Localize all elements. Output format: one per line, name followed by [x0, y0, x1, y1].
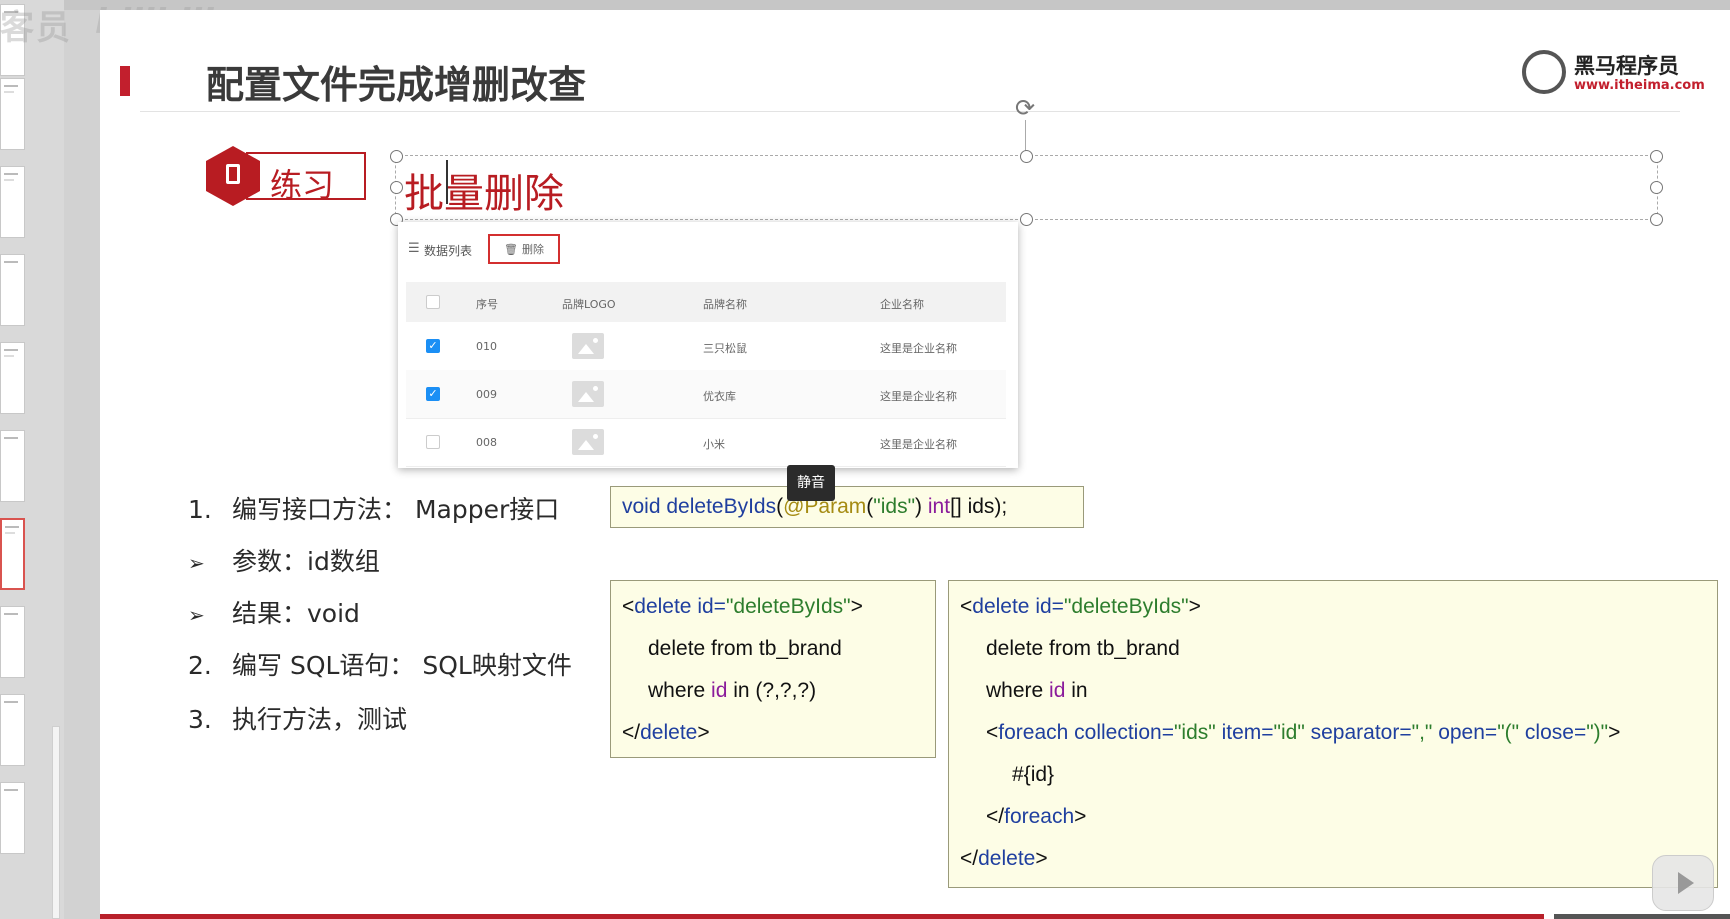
slide-thumbnail-current[interactable]	[0, 518, 25, 590]
title-accent-bar	[120, 66, 130, 96]
list-title: 数据列表	[424, 244, 473, 258]
code-line: where id in (?,?,?)	[648, 679, 817, 702]
slide-thumbnail[interactable]	[0, 430, 25, 502]
image-placeholder-icon	[572, 429, 604, 455]
step-number: 2.	[188, 651, 212, 680]
step-item: 1. 编写接口方法： Mapper接口	[188, 490, 559, 526]
slide-thumbnail[interactable]	[0, 342, 25, 414]
editor-top-edge	[64, 0, 1730, 10]
document-icon	[226, 164, 240, 184]
resize-handle[interactable]	[1650, 181, 1663, 194]
resize-handle[interactable]	[1650, 213, 1663, 226]
code-line: <delete id="deleteByIds">	[960, 595, 1201, 618]
step-item: ➢ 参数：id数组	[188, 542, 380, 578]
watermark-text: 客员	[0, 8, 72, 48]
step-text: 执行方法，测试	[232, 705, 408, 734]
step-number: 3.	[188, 705, 212, 734]
code-line: </delete>	[960, 847, 1048, 870]
subtitle-text[interactable]: 批量删除	[404, 161, 564, 219]
row-brand: 小米	[703, 438, 725, 451]
simple-sql-code-box: <delete id="deleteByIds"> delete from tb…	[610, 580, 936, 758]
slide-thumbnail[interactable]	[0, 606, 25, 678]
image-placeholder-icon	[572, 333, 604, 359]
slide-thumbnail[interactable]	[0, 78, 25, 150]
bullet-arrow-icon: ➢	[188, 603, 205, 627]
table-row[interactable]: ✓ 010 三只松鼠 这里是企业名称	[406, 322, 1006, 371]
mute-tooltip: 静音	[787, 465, 835, 501]
select-all-checkbox[interactable]	[426, 295, 440, 309]
play-icon[interactable]	[1652, 855, 1714, 911]
table-row[interactable]: 008 小米 这里是企业名称	[406, 418, 1006, 467]
step-item: ➢ 结果：void	[188, 594, 360, 630]
title-divider	[140, 111, 1680, 112]
table-row[interactable]: ✓ 009 优衣库 这里是企业名称	[406, 370, 1006, 419]
row-id: 008	[476, 436, 497, 449]
trash-icon: 🗑	[504, 242, 518, 256]
bullet-arrow-icon: ➢	[188, 551, 205, 575]
row-company: 这里是企业名称	[880, 438, 957, 451]
resize-handle[interactable]	[1020, 150, 1033, 163]
delete-label: 删除	[521, 243, 544, 256]
step-text: 参数：id数组	[232, 547, 380, 576]
rotate-handle-icon[interactable]: ⟳	[1012, 95, 1038, 121]
brand-logo: 黑马程序员 www.itheima.com	[1522, 46, 1705, 102]
logo-url: www.itheima.com	[1574, 78, 1705, 93]
slide-thumbnail[interactable]	[0, 694, 25, 766]
step-item: 3. 执行方法，测试	[188, 700, 407, 736]
foreach-sql-code-box: <delete id="deleteByIds"> delete from tb…	[948, 580, 1718, 888]
table-header: 序号 品牌LOGO 品牌名称 企业名称	[406, 282, 1006, 322]
editor-gutter	[64, 0, 100, 919]
step-text: 编写 SQL语句： SQL映射文件	[232, 651, 572, 680]
footer-red-line	[100, 914, 1544, 919]
row-brand: 三只松鼠	[703, 342, 747, 355]
code-line: delete from tb_brand	[648, 637, 842, 660]
column-header: 企业名称	[880, 298, 924, 311]
text-caret	[446, 160, 448, 204]
slide-canvas[interactable]: 配置文件完成增删改查 黑马程序员 www.itheima.com 练习 ⟳ 批量…	[100, 10, 1730, 919]
thumbnail-scrollbar[interactable]	[52, 726, 60, 919]
list-icon: ☰	[408, 241, 420, 256]
row-checkbox-checked[interactable]: ✓	[426, 387, 440, 401]
step-item: 2. 编写 SQL语句： SQL映射文件	[188, 646, 572, 682]
resize-handle[interactable]	[1650, 150, 1663, 163]
column-header: 品牌名称	[703, 298, 747, 311]
code-line: where id in	[986, 679, 1088, 702]
row-company: 这里是企业名称	[880, 390, 957, 403]
code-line: </delete>	[622, 721, 710, 744]
code-line: </foreach>	[986, 805, 1087, 828]
exercise-label: 练习	[270, 166, 335, 204]
code-line: <delete id="deleteByIds">	[622, 595, 863, 618]
image-placeholder-icon	[572, 381, 604, 407]
row-id: 009	[476, 388, 497, 401]
slide-title: 配置文件完成增删改查	[206, 63, 587, 107]
slide-thumbnail[interactable]	[0, 782, 25, 854]
step-number: 1.	[188, 495, 212, 524]
horse-logo-icon	[1522, 50, 1566, 94]
resize-handle[interactable]	[390, 181, 403, 194]
interface-code-box: void deleteByIds(@Param("ids") int[] ids…	[610, 486, 1084, 528]
row-checkbox-checked[interactable]: ✓	[426, 339, 440, 353]
resize-handle[interactable]	[390, 150, 403, 163]
row-brand: 优衣库	[703, 390, 736, 403]
column-header: 品牌LOGO	[562, 298, 616, 311]
step-text: 编写接口方法： Mapper接口	[232, 495, 560, 524]
row-checkbox[interactable]	[426, 435, 440, 449]
resize-handle[interactable]	[1020, 213, 1033, 226]
code-line: delete from tb_brand	[986, 637, 1180, 660]
row-company: 这里是企业名称	[880, 342, 957, 355]
selected-textbox[interactable]	[395, 155, 1658, 220]
slide-thumbnail[interactable]	[0, 254, 25, 326]
logo-name: 黑马程序员	[1574, 54, 1679, 78]
brand-list-screenshot: ☰ 数据列表 🗑 删除 序号 品牌LOGO 品牌名称 企业名称 ✓ 010 三只松…	[398, 222, 1018, 468]
delete-button[interactable]: 🗑 删除	[488, 234, 560, 264]
slide-thumbnail[interactable]	[0, 166, 25, 238]
code-line: #{id}	[1012, 763, 1055, 786]
footer-dark-line	[1554, 914, 1730, 919]
column-header: 序号	[476, 298, 498, 311]
row-id: 010	[476, 340, 497, 353]
slide-thumbnail-panel	[0, 0, 65, 919]
code-line: <foreach collection="ids" item="id" sepa…	[986, 721, 1621, 744]
step-text: 结果：void	[232, 599, 360, 628]
